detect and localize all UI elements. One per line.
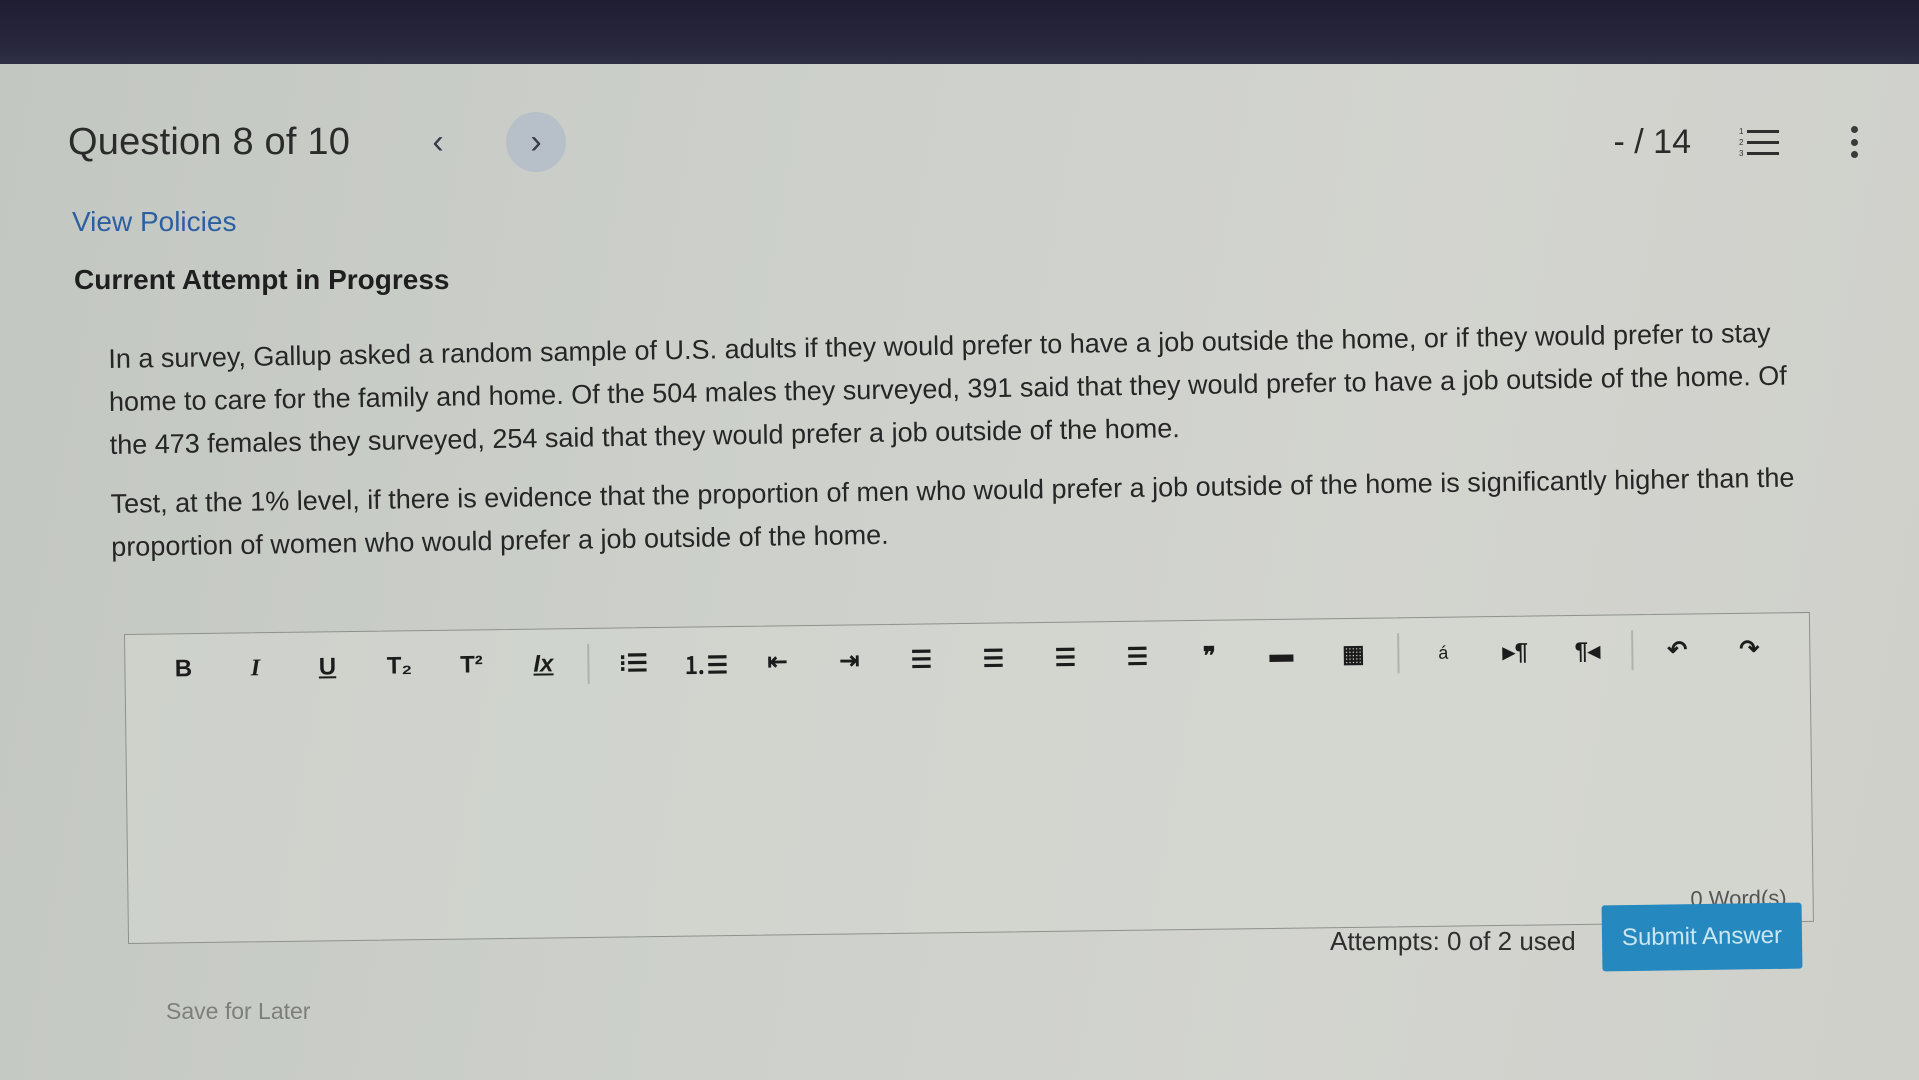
undo-button[interactable]: ↶ [1641, 627, 1714, 672]
toolbar-separator [1397, 633, 1400, 674]
bold-button[interactable]: B [147, 647, 220, 692]
blockquote-button[interactable]: ❞ [1173, 633, 1246, 678]
numbered-list-icon: ⒈☰ [682, 651, 729, 680]
underline-icon: U [318, 653, 337, 681]
header-actions: - / 14 1 2 3 [1614, 123, 1859, 162]
kebab-dot [1850, 126, 1858, 133]
list-number: 1 [1739, 126, 1744, 136]
previous-question-button[interactable]: ‹ [408, 112, 468, 172]
attempts-counter: Attempts: 0 of 2 used [1330, 926, 1576, 956]
special-character-button[interactable]: á [1407, 630, 1480, 675]
subscript-button[interactable]: T₂ [363, 644, 436, 689]
redo-button[interactable]: ↷ [1713, 626, 1786, 671]
list-number: 3 [1739, 148, 1744, 158]
horizontal-rule-button[interactable]: ▬ [1245, 632, 1318, 677]
undo-icon: ↶ [1667, 636, 1688, 664]
outdent-icon: ⇤ [767, 647, 788, 676]
question-list-button[interactable]: 1 2 3 [1739, 125, 1779, 159]
question-paragraph: In a survey, Gallup asked a random sampl… [108, 317, 1788, 460]
question-text: In a survey, Gallup asked a random sampl… [108, 311, 1812, 585]
rtl-direction-button[interactable]: ¶◂ [1551, 628, 1624, 673]
score-display: - / 14 [1613, 122, 1691, 161]
toolbar-separator [587, 643, 590, 684]
align-center-icon: ☰ [982, 644, 1005, 673]
numbered-list-icon-row: 3 [1739, 148, 1779, 158]
numbered-list-icon: 1 [1739, 126, 1779, 136]
align-left-icon: ☰ [910, 645, 933, 674]
align-left-button[interactable]: ☰ [885, 637, 958, 682]
bold-icon: B [174, 655, 193, 683]
clear-formatting-button[interactable]: Ix [507, 642, 580, 687]
question-title: Question 8 of 10 [68, 120, 351, 163]
next-question-button[interactable]: › [506, 112, 567, 172]
ltr-paragraph-icon: ▸¶ [1502, 638, 1529, 666]
bulleted-list-icon: ⁝☰ [618, 649, 649, 678]
submit-answer-button[interactable]: Submit Answer [1601, 902, 1803, 972]
italic-button[interactable]: I [219, 646, 292, 691]
superscript-button[interactable]: T² [435, 643, 508, 688]
more-options-button[interactable] [1849, 126, 1859, 158]
toolbar-separator [1631, 630, 1634, 671]
align-right-button[interactable]: ☰ [1029, 635, 1102, 680]
question-paragraph: Test, at the 1% level, if there is evide… [110, 462, 1795, 562]
outdent-button[interactable]: ⇤ [741, 639, 814, 684]
italic-icon: I [250, 654, 261, 681]
subscript-icon: T₂ [386, 652, 413, 680]
rtl-paragraph-icon: ¶◂ [1574, 637, 1601, 665]
monitor-bezel [0, 0, 1919, 64]
align-right-icon: ☰ [1054, 644, 1077, 672]
special-character-icon: á [1438, 642, 1449, 663]
numbered-list-button[interactable]: ⒈☰ [669, 640, 742, 685]
kebab-dot [1850, 138, 1858, 146]
redo-icon: ↷ [1739, 635, 1760, 663]
chevron-right-icon: › [530, 122, 542, 161]
kebab-dot [1850, 151, 1858, 158]
answer-editor: B I U T₂ T² Ix ⁝☰ ⒈☰ ⇤ ⇥ ☰ ☰ ☰ ☰ ❞ ▬ ▦ á… [124, 611, 1814, 944]
horizontal-rule-icon: ▬ [1269, 640, 1294, 669]
indent-icon: ⇥ [839, 646, 860, 675]
answer-text-area[interactable] [126, 685, 1812, 903]
attempt-status-heading: Current Attempt in Progress [74, 264, 450, 295]
justify-button[interactable]: ☰ [1101, 634, 1174, 679]
bulleted-list-button[interactable]: ⁝☰ [597, 641, 670, 686]
table-button[interactable]: ▦ [1317, 631, 1390, 676]
blockquote-icon: ❞ [1202, 642, 1217, 670]
save-for-later-button[interactable]: Save for Later [166, 998, 310, 1025]
justify-icon: ☰ [1126, 643, 1149, 671]
numbered-list-icon-row: 2 [1739, 137, 1779, 147]
underline-button[interactable]: U [291, 645, 364, 690]
superscript-icon: T² [459, 651, 483, 679]
list-number: 2 [1739, 137, 1744, 147]
align-center-button[interactable]: ☰ [957, 636, 1030, 681]
clear-formatting-icon: Ix [533, 650, 554, 678]
ltr-direction-button[interactable]: ▸¶ [1479, 629, 1552, 674]
question-header: Question 8 of 10 ‹ › - / 14 1 2 3 [68, 112, 1859, 172]
table-icon: ▦ [1341, 640, 1365, 668]
quiz-screen: Question 8 of 10 ‹ › - / 14 1 2 3 View P… [0, 64, 1919, 1080]
chevron-left-icon: ‹ [432, 122, 444, 161]
view-policies-link[interactable]: View Policies [72, 206, 236, 238]
indent-button[interactable]: ⇥ [813, 638, 886, 683]
